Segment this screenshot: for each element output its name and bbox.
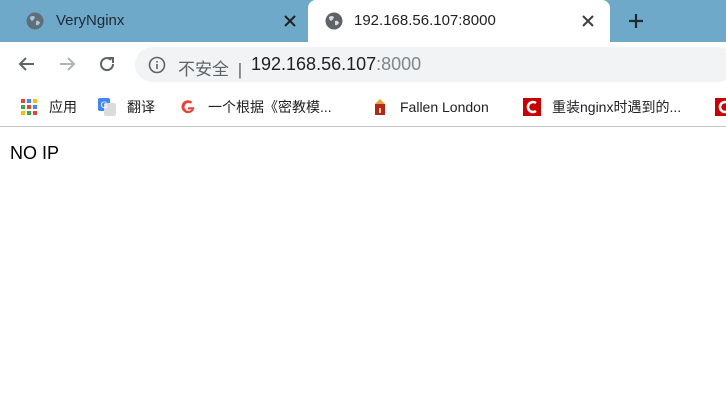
url-port: :8000 xyxy=(376,54,422,74)
translate-icon: G xyxy=(98,97,116,116)
bookmark-fallen-london[interactable]: Fallen London xyxy=(371,87,489,126)
separator: | xyxy=(237,60,243,79)
bookmark-label: Fallen London xyxy=(400,98,489,115)
address-bar[interactable]: 不安全 | 192.168.56.107:8000 xyxy=(135,47,726,82)
apps-grid-icon xyxy=(21,98,37,115)
page-content: NO IP xyxy=(0,128,726,414)
google-icon xyxy=(181,99,195,113)
new-tab-plus-icon[interactable] xyxy=(625,10,647,32)
csdn-icon xyxy=(715,97,726,116)
svg-text:G: G xyxy=(101,101,108,111)
fallen-london-icon xyxy=(375,98,385,115)
bookmark-label: 应用 xyxy=(49,98,77,115)
close-tab-icon[interactable] xyxy=(280,11,300,31)
forward-arrow-icon[interactable] xyxy=(55,52,79,76)
tab-title: 192.168.56.107:8000 xyxy=(354,12,496,29)
bookmark-label: 重装nginx时遇到的... xyxy=(552,98,682,115)
bookmark-apps[interactable]: 应用 xyxy=(20,87,77,126)
info-icon[interactable] xyxy=(148,56,166,74)
globe-icon xyxy=(26,12,44,30)
bookmark-csdn[interactable]: 重装nginx时遇到的... xyxy=(523,87,681,126)
bookmark-label: 一个根据《密教模... xyxy=(208,98,332,115)
not-secure-label: 不安全 xyxy=(178,60,229,79)
tab-strip: VeryNginx 192.168.56.107:8000 xyxy=(0,0,726,42)
bookmarks-bar: 应用 G 翻译 一个根据《密教模... Fallen London 重装ngin… xyxy=(0,87,726,127)
security-status[interactable]: 不安全 | xyxy=(178,55,242,80)
globe-icon xyxy=(325,12,343,30)
bookmark-google[interactable]: 一个根据《密教模... xyxy=(179,87,332,126)
url-text[interactable]: 192.168.56.107:8000 xyxy=(251,54,421,75)
url-host: 192.168.56.107 xyxy=(251,54,377,74)
bookmark-overflow[interactable] xyxy=(715,87,726,126)
close-tab-icon[interactable] xyxy=(578,11,598,31)
page-message: NO IP xyxy=(10,143,60,163)
tab-active[interactable]: 192.168.56.107:8000 xyxy=(308,0,610,42)
tab-title: VeryNginx xyxy=(56,12,125,29)
toolbar: 不安全 | 192.168.56.107:8000 xyxy=(0,42,726,87)
tab-verynginx[interactable]: VeryNginx xyxy=(0,0,308,42)
bookmark-label: 翻译 xyxy=(127,98,155,115)
bookmark-translate[interactable]: G 翻译 xyxy=(98,87,155,126)
csdn-icon xyxy=(523,97,541,116)
reload-icon[interactable] xyxy=(95,52,119,76)
back-arrow-icon[interactable] xyxy=(15,52,39,76)
